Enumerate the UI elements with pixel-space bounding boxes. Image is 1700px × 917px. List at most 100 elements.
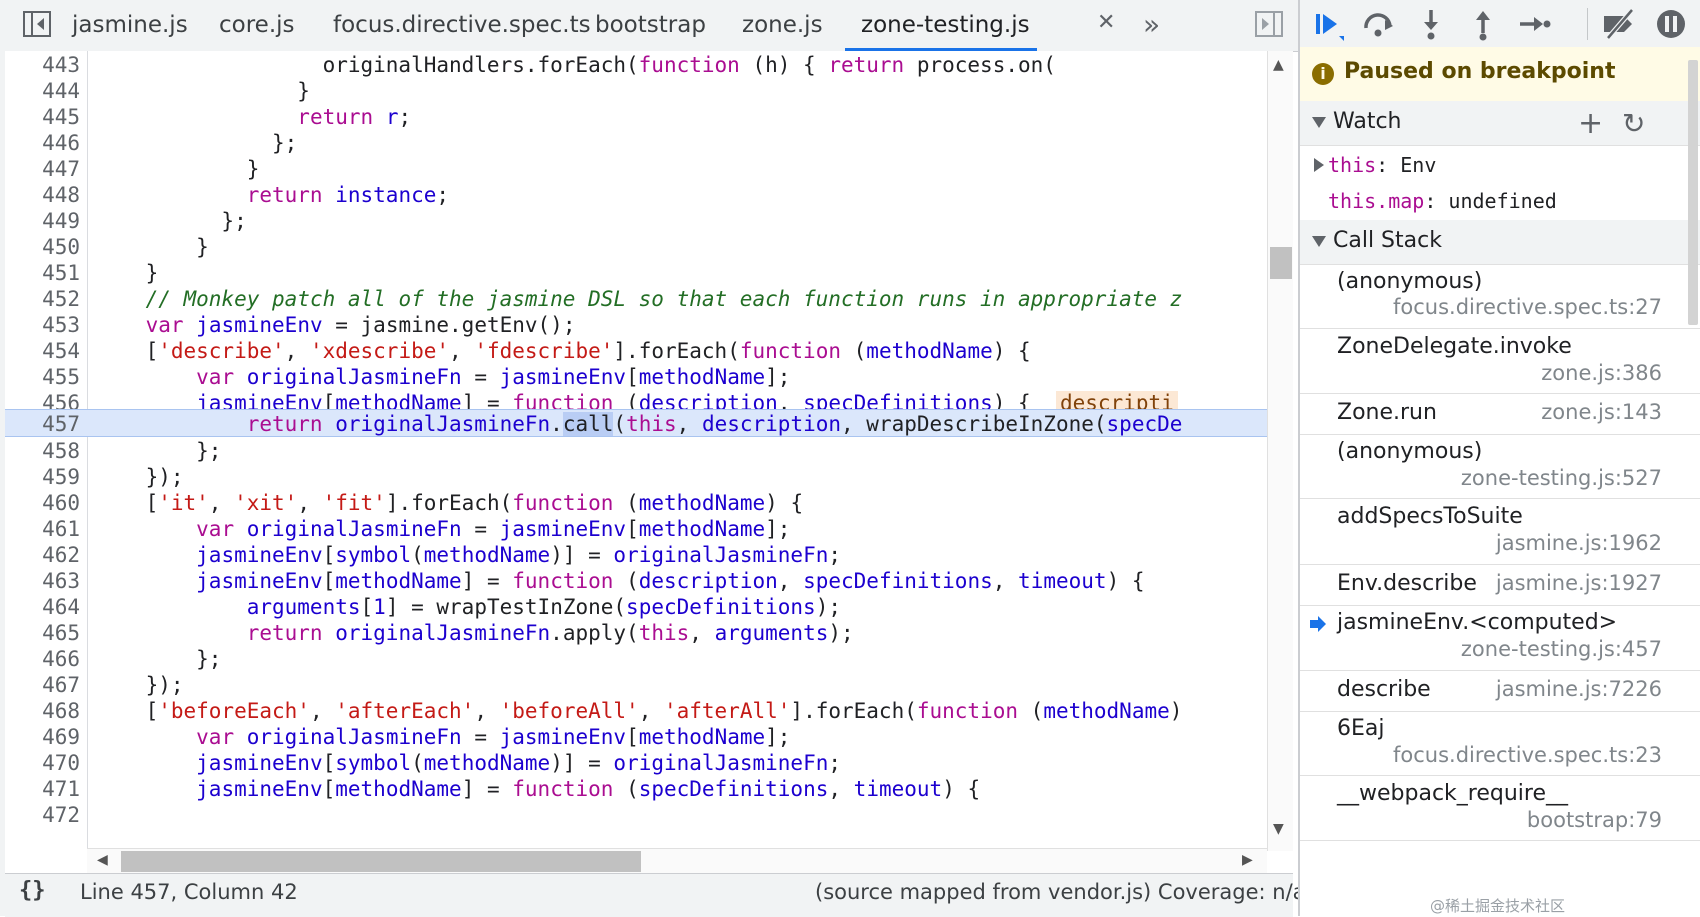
line-number[interactable]: 468 [5, 697, 80, 725]
call-frame[interactable]: Env.describe jasmine.js:1927 [1300, 565, 1700, 606]
code-line[interactable]: 468 ['beforeEach', 'afterEach', 'beforeA… [5, 697, 1267, 725]
step-icon[interactable] [1514, 6, 1552, 42]
scroll-left-arrow-icon[interactable]: ◀ [97, 852, 108, 868]
code-line[interactable]: 452 // Monkey patch all of the jasmine D… [5, 285, 1267, 313]
call-frame[interactable]: 6Eaj focus.directive.spec.ts:23 [1300, 712, 1700, 776]
scroll-up-arrow-icon[interactable]: ▲ [1273, 57, 1284, 73]
code-line[interactable]: 459 }); [5, 463, 1267, 491]
code-line[interactable]: 448 return instance; [5, 181, 1267, 209]
call-frame[interactable]: __webpack_require__ bootstrap:79 [1300, 776, 1700, 841]
chevron-double-right-icon[interactable]: » [1143, 8, 1160, 41]
scroll-down-arrow-icon[interactable]: ▼ [1273, 821, 1284, 837]
code-line[interactable]: 443 originalHandlers.forEach(function (h… [5, 51, 1267, 79]
line-number[interactable]: 446 [5, 129, 80, 157]
tab-jasmine-js[interactable]: jasmine.js [72, 0, 188, 51]
add-watch-icon[interactable]: + [1578, 106, 1603, 141]
line-number[interactable]: 457 [5, 410, 80, 438]
toggle-debugger-icon[interactable] [1255, 11, 1283, 37]
call-frame-current[interactable]: jasmineEnv.<computed> zone-testing.js:45… [1300, 606, 1700, 671]
line-number[interactable]: 445 [5, 103, 80, 131]
line-number[interactable]: 460 [5, 489, 80, 517]
source-editor[interactable]: 443 originalHandlers.forEach(function (h… [5, 51, 1293, 873]
watch-item[interactable]: this: Env [1300, 146, 1700, 184]
code-line[interactable]: 467 }); [5, 671, 1267, 699]
pause-on-exceptions-icon[interactable] [1652, 6, 1690, 42]
line-number[interactable]: 453 [5, 311, 80, 339]
line-number[interactable]: 461 [5, 515, 80, 543]
expand-triangle-icon[interactable] [1312, 236, 1326, 247]
scroll-right-arrow-icon[interactable]: ▶ [1242, 852, 1253, 868]
line-number[interactable]: 471 [5, 775, 80, 803]
code-line[interactable]: 472 [5, 801, 1267, 829]
call-frame[interactable]: (anonymous) zone-testing.js:527 [1300, 435, 1700, 499]
code-line[interactable]: 455 var originalJasmineFn = jasmineEnv[m… [5, 363, 1267, 391]
line-number[interactable]: 450 [5, 233, 80, 261]
paused-code-line[interactable]: 457 return originalJasmineFn.call(this, … [5, 409, 1267, 437]
call-stack-section-header[interactable]: Call Stack [1300, 220, 1700, 265]
tab-zone-js[interactable]: zone.js [742, 0, 823, 51]
code-line[interactable]: 470 jasmineEnv[symbol(methodName)] = ori… [5, 749, 1267, 777]
editor-vertical-scrollbar[interactable]: ▲ ▼ [1267, 51, 1293, 851]
refresh-icon[interactable]: ↻ [1622, 107, 1645, 140]
line-number[interactable]: 467 [5, 671, 80, 699]
line-number[interactable]: 462 [5, 541, 80, 569]
tab-core-js[interactable]: core.js [219, 0, 295, 51]
code-line[interactable]: 471 jasmineEnv[methodName] = function (s… [5, 775, 1267, 803]
editor-horizontal-scrollbar[interactable]: ◀ ▶ [87, 848, 1267, 873]
tab-zone-testing-js[interactable]: zone-testing.js [845, 0, 1037, 51]
code-line[interactable]: 446 }; [5, 129, 1267, 157]
line-number[interactable]: 472 [5, 801, 80, 829]
line-number[interactable]: 452 [5, 285, 80, 313]
expand-triangle-icon[interactable] [1312, 117, 1326, 128]
line-number[interactable]: 455 [5, 363, 80, 391]
line-number[interactable]: 459 [5, 463, 80, 491]
line-number[interactable]: 465 [5, 619, 80, 647]
code-line[interactable]: 449 }; [5, 207, 1267, 235]
call-frame[interactable]: Zone.run zone.js:143 [1300, 394, 1700, 435]
line-number[interactable]: 464 [5, 593, 80, 621]
code-line[interactable]: 464 arguments[1] = wrapTestInZone(specDe… [5, 593, 1267, 621]
code-line[interactable]: 469 var originalJasmineFn = jasmineEnv[m… [5, 723, 1267, 751]
step-into-icon[interactable] [1412, 6, 1450, 42]
code-line[interactable]: 450 } [5, 233, 1267, 261]
line-number[interactable]: 447 [5, 155, 80, 183]
expand-triangle-icon[interactable] [1314, 158, 1324, 172]
code-line[interactable]: 445 return r; [5, 103, 1267, 131]
sidebar-scrollbar[interactable] [1688, 60, 1698, 325]
close-tab-icon[interactable]: ✕ [1097, 10, 1115, 35]
code-line[interactable]: 447 } [5, 155, 1267, 183]
line-number[interactable]: 454 [5, 337, 80, 365]
line-number[interactable]: 458 [5, 437, 80, 465]
code-line[interactable]: 444 } [5, 77, 1267, 105]
watch-item[interactable]: this.map: undefined [1300, 182, 1700, 220]
tab-bootstrap[interactable]: bootstrap [595, 0, 706, 51]
code-line[interactable]: 466 }; [5, 645, 1267, 673]
step-out-icon[interactable] [1464, 6, 1502, 42]
call-frame[interactable]: addSpecsToSuite jasmine.js:1962 [1300, 499, 1700, 565]
code-line[interactable]: 463 jasmineEnv[methodName] = function (d… [5, 567, 1267, 595]
watch-section-header[interactable]: Watch + ↻ [1300, 101, 1700, 146]
code-line[interactable]: 461 var originalJasmineFn = jasmineEnv[m… [5, 515, 1267, 543]
step-over-icon[interactable] [1360, 6, 1398, 42]
line-number[interactable]: 449 [5, 207, 80, 235]
code-line[interactable]: 462 jasmineEnv[symbol(methodName)] = ori… [5, 541, 1267, 569]
toggle-navigator-icon[interactable] [23, 11, 51, 37]
tab-focus-directive-spec[interactable]: focus.directive.spec.ts [333, 0, 591, 51]
line-number[interactable]: 463 [5, 567, 80, 595]
resume-icon[interactable] [1308, 6, 1346, 42]
line-number[interactable]: 444 [5, 77, 80, 105]
code-line[interactable]: 465 return originalJasmineFn.apply(this,… [5, 619, 1267, 647]
line-number[interactable]: 451 [5, 259, 80, 287]
code-line[interactable]: 458 }; [5, 437, 1267, 465]
call-frame[interactable]: ZoneDelegate.invoke zone.js:386 [1300, 329, 1700, 394]
line-number[interactable]: 470 [5, 749, 80, 777]
deactivate-breakpoints-icon[interactable] [1600, 6, 1638, 42]
call-frame[interactable]: describe jasmine.js:7226 [1300, 671, 1700, 712]
code-line[interactable]: 454 ['describe', 'xdescribe', 'fdescribe… [5, 337, 1267, 365]
vertical-scroll-thumb[interactable] [1270, 247, 1292, 279]
line-number[interactable]: 469 [5, 723, 80, 751]
code-line[interactable]: 451 } [5, 259, 1267, 287]
horizontal-scroll-thumb[interactable] [121, 851, 641, 872]
code-line[interactable]: 460 ['it', 'xit', 'fit'].forEach(functio… [5, 489, 1267, 517]
line-number[interactable]: 466 [5, 645, 80, 673]
